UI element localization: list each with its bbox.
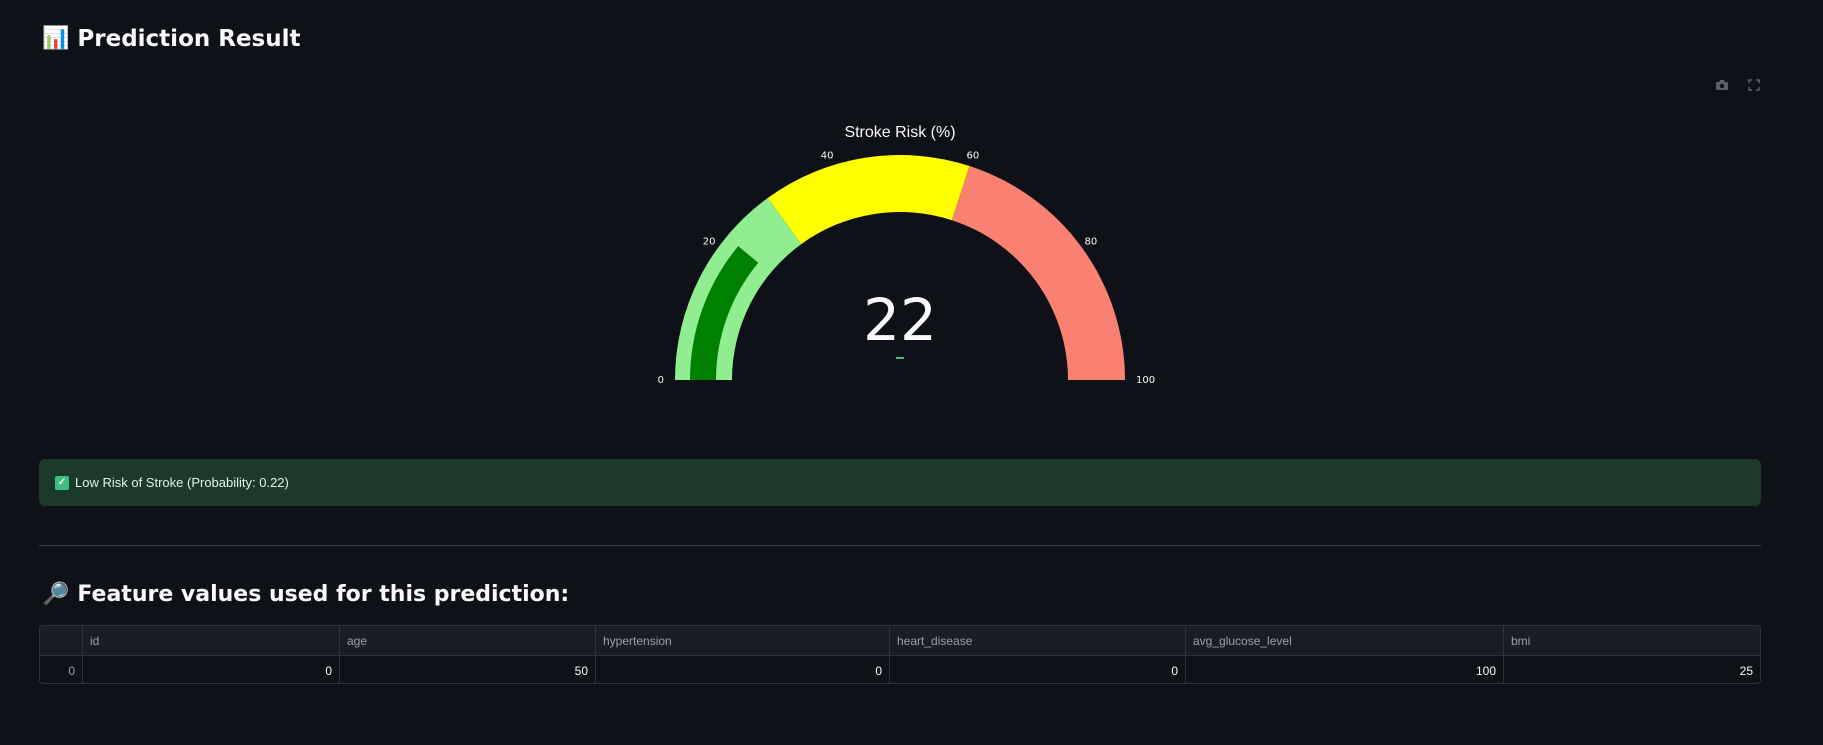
cell-id[interactable]: 0 xyxy=(83,656,340,683)
magnifier-icon: 🔎 xyxy=(42,581,70,607)
stroke-risk-gauge: Stroke Risk (%) 0 20 40 60 80 100 22 xyxy=(640,110,1160,410)
cell-heart-disease[interactable]: 0 xyxy=(890,656,1186,683)
gauge-tick-40: 40 xyxy=(821,151,834,162)
bar-chart-icon: 📊 xyxy=(42,26,70,51)
table-row[interactable]: 0 0 50 0 0 100 25 xyxy=(40,656,1760,683)
features-table[interactable]: id age hypertension heart_disease avg_gl… xyxy=(39,625,1761,684)
alert-text: Low Risk of Stroke (Probability: 0.22) xyxy=(75,475,289,490)
success-alert: ✓ Low Risk of Stroke (Probability: 0.22) xyxy=(39,459,1761,506)
gauge-title: Stroke Risk (%) xyxy=(844,124,955,141)
column-header-index[interactable] xyxy=(40,626,83,655)
cell-hypertension[interactable]: 0 xyxy=(596,656,890,683)
fullscreen-icon[interactable] xyxy=(1744,76,1764,94)
column-header-age[interactable]: age xyxy=(340,626,596,655)
prediction-result-heading: 📊 Prediction Result xyxy=(42,26,301,52)
page: 📊 Prediction Result Stroke Risk (%) 0 20 40… xyxy=(0,0,1823,745)
features-heading: 🔎 Feature values used for this predictio… xyxy=(42,582,569,607)
column-header-bmi[interactable]: bmi xyxy=(1504,626,1760,655)
check-icon: ✓ xyxy=(55,475,69,490)
cell-avg-glucose-level[interactable]: 100 xyxy=(1186,656,1504,683)
camera-icon[interactable] xyxy=(1712,76,1732,94)
cell-bmi[interactable]: 25 xyxy=(1504,656,1760,683)
chart-toolbar xyxy=(1712,76,1764,94)
page-title: Prediction Result xyxy=(77,26,301,52)
gauge-delta-marker xyxy=(896,357,904,359)
gauge-svg: Stroke Risk (%) 0 20 40 60 80 100 22 xyxy=(658,124,1155,386)
gauge-tick-20: 20 xyxy=(703,236,716,247)
gauge-value: 22 xyxy=(863,286,937,354)
gauge-tick-0: 0 xyxy=(658,375,664,386)
gauge-step-2 xyxy=(951,166,1125,380)
column-header-id[interactable]: id xyxy=(83,626,340,655)
cell-age[interactable]: 50 xyxy=(340,656,596,683)
column-header-avg-glucose-level[interactable]: avg_glucose_level xyxy=(1186,626,1504,655)
gauge-tick-80: 80 xyxy=(1085,236,1098,247)
divider xyxy=(39,545,1761,546)
table-header-row: id age hypertension heart_disease avg_gl… xyxy=(40,626,1760,656)
gauge-tick-100: 100 xyxy=(1136,375,1155,386)
column-header-heart-disease[interactable]: heart_disease xyxy=(890,626,1186,655)
features-title: Feature values used for this prediction: xyxy=(77,582,570,607)
row-index: 0 xyxy=(40,656,83,683)
column-header-hypertension[interactable]: hypertension xyxy=(596,626,890,655)
gauge-tick-60: 60 xyxy=(967,151,980,162)
gauge-step-1 xyxy=(767,155,970,245)
